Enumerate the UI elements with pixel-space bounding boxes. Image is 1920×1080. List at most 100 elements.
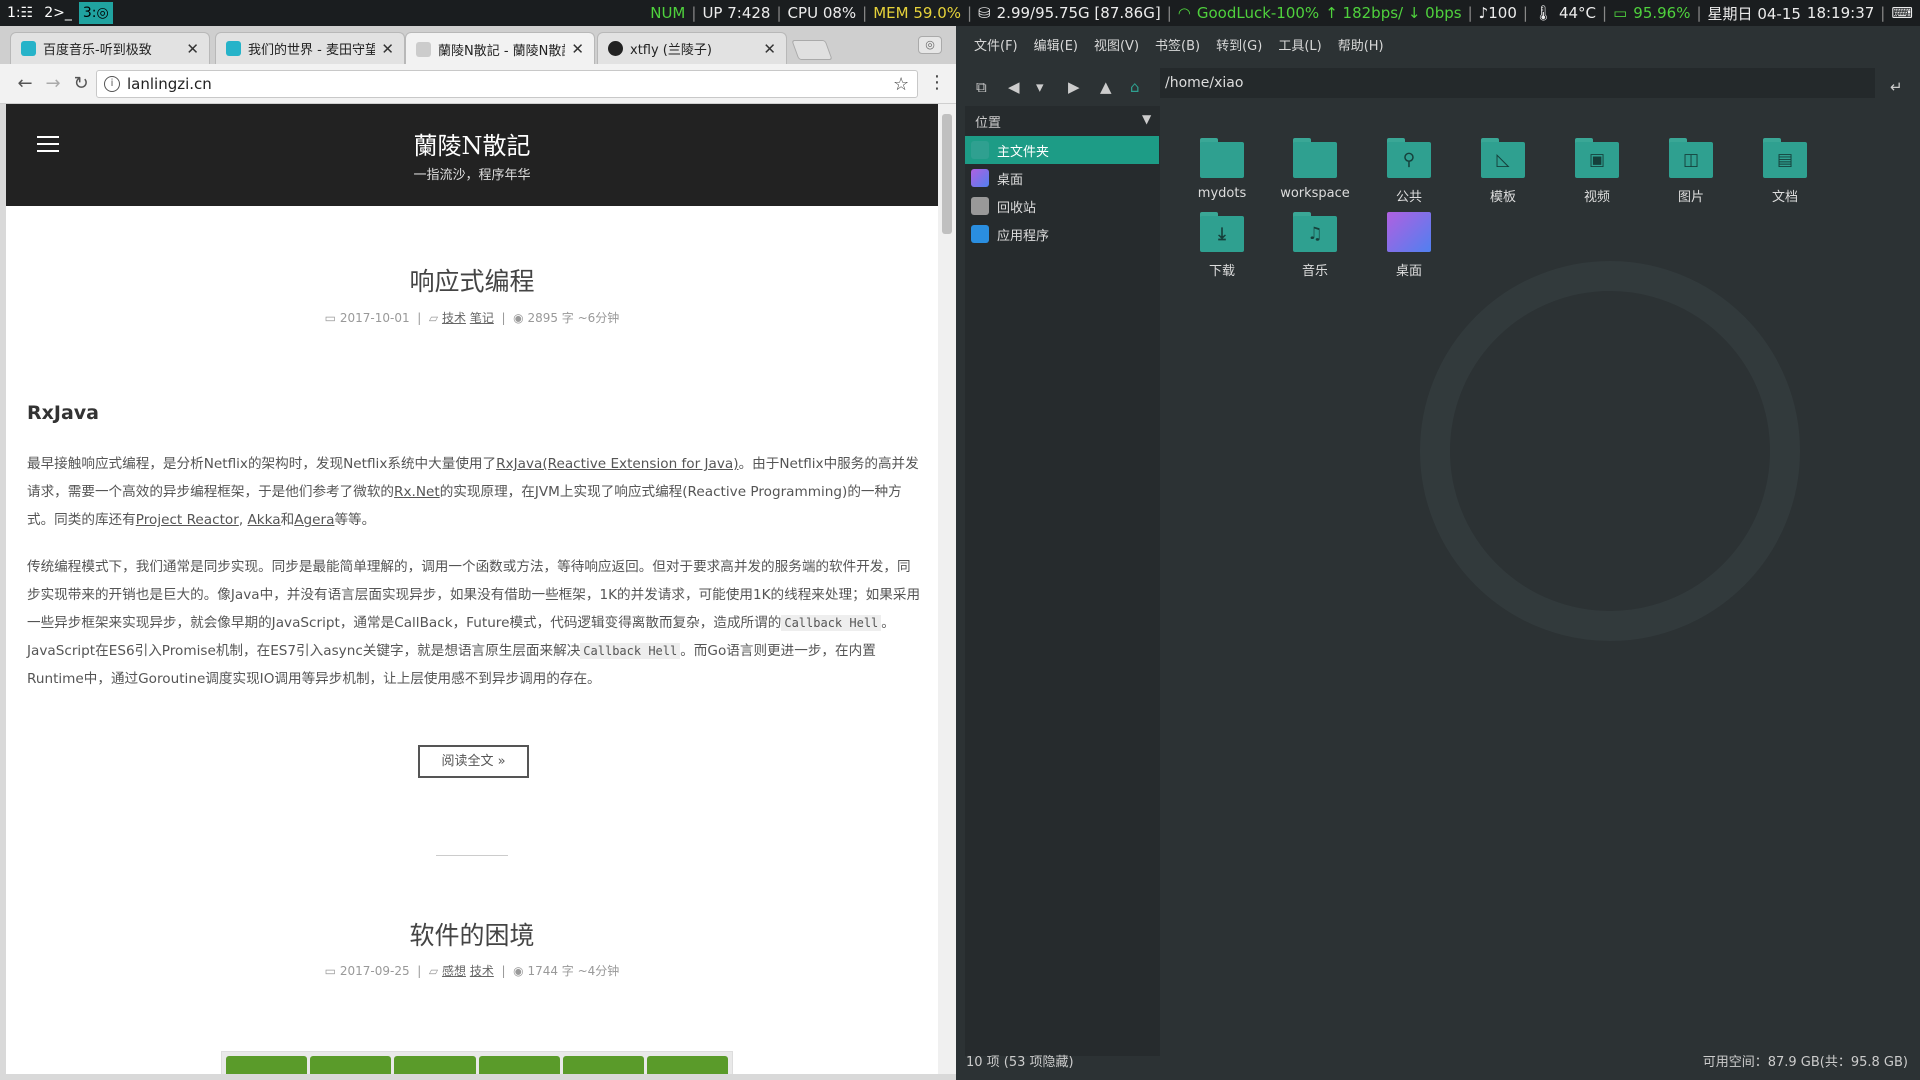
tab-music-world[interactable]: 我们的世界 - 麦田守望 ✕ [215, 32, 405, 64]
menu-edit[interactable]: 编辑(E) [1034, 35, 1078, 54]
tab-lanling-blog[interactable]: 蘭陵N散記 - 蘭陵N散記 ✕ [405, 32, 595, 65]
post-stats: 2895 字 ~6分钟 [527, 311, 620, 325]
menu-bookmarks[interactable]: 书签(B) [1155, 35, 1200, 54]
bookmark-star-icon[interactable]: ☆ [893, 74, 909, 95]
tab-baidu-music[interactable]: 百度音乐-听到极致 ✕ [10, 32, 210, 64]
page-scrollbar[interactable] [938, 104, 956, 1074]
home-icon[interactable]: ⌂ [1130, 78, 1140, 96]
folder-label: workspace [1280, 186, 1350, 201]
close-icon[interactable]: ✕ [186, 40, 199, 58]
new-tab-button[interactable] [791, 40, 833, 60]
folder-icon [1200, 138, 1244, 178]
menu-view[interactable]: 视图(V) [1094, 35, 1139, 54]
post-tag[interactable]: 感想 [442, 964, 466, 978]
up-icon[interactable]: ▲ [1100, 78, 1112, 96]
tab-title: xtfly (兰陵子) [630, 43, 712, 58]
post-date: 2017-09-25 [339, 964, 410, 978]
downloads-folder-icon: ⤓ [1200, 212, 1244, 252]
post-tag[interactable]: 笔记 [470, 311, 494, 325]
rxnet-link[interactable]: Rx.Net [394, 484, 440, 500]
folder-icon: ▱ [428, 964, 439, 978]
system-status: NUM | UP 7:428 | CPU 08% | MEM 59.0% | ⛁ 2.99… [647, 0, 1916, 26]
sidebar-item-label: 主文件夹 [997, 144, 1050, 160]
close-icon[interactable]: ✕ [381, 40, 394, 58]
folder-item[interactable]: ◫ 图片 [1646, 138, 1736, 205]
menu-go[interactable]: 转到(G) [1216, 35, 1262, 54]
places-sidebar: 位置 ▼ 主文件夹 桌面 回收站 应用程序 [965, 106, 1160, 1056]
profile-icon[interactable]: ◎ [918, 36, 942, 54]
folder-item[interactable]: ⚲ 公共 [1364, 138, 1454, 205]
volume-text[interactable]: ♪100 [1476, 4, 1520, 22]
folder-item[interactable]: workspace [1270, 138, 1360, 201]
forward-icon[interactable]: ▶ [1068, 78, 1080, 96]
back-icon[interactable]: ◀ [1008, 78, 1020, 96]
browser-menu-icon[interactable]: ⋮ [928, 72, 946, 93]
headphones-icon [21, 41, 36, 56]
post-title[interactable]: 响应式编程 [6, 262, 938, 298]
post-tag[interactable]: 技术 [442, 311, 466, 325]
post-stats: 1744 字 ~4分钟 [527, 964, 620, 978]
workspace-3[interactable]: 3:◎ [78, 2, 113, 24]
sidebar-item-home[interactable]: 主文件夹 [965, 136, 1159, 164]
menu-file[interactable]: 文件(F) [974, 35, 1018, 54]
close-icon[interactable]: ✕ [763, 40, 776, 58]
date-text: 星期日 04-15 [1707, 4, 1801, 23]
public-folder-icon: ⚲ [1387, 138, 1431, 178]
chevron-down-icon[interactable]: ▼ [1142, 112, 1151, 126]
new-tab-icon[interactable]: ⧉ [976, 78, 987, 96]
akka-link[interactable]: Akka [247, 512, 280, 528]
close-icon[interactable]: ✕ [571, 40, 584, 58]
path-bar[interactable]: /home/xiao [1160, 68, 1875, 98]
item-count: 10 项 (53 项隐藏) [966, 1055, 1074, 1070]
site-title[interactable]: 蘭陵N散記 [6, 126, 938, 161]
folder-label: 公共 [1395, 190, 1422, 205]
cpu-text: CPU 08% [787, 4, 857, 22]
workspace-2[interactable]: 2 >_ [40, 2, 76, 24]
folder-item[interactable]: ▤ 文档 [1740, 138, 1830, 205]
folder-item[interactable]: ◺ 模板 [1458, 138, 1548, 205]
post-title[interactable]: 软件的困境 [6, 916, 938, 952]
file-manager-window: 文件(F) 编辑(E) 视图(V) 书签(B) 转到(G) 工具(L) 帮助(H… [960, 26, 1920, 1080]
wifi-text: GoodLuck-100% [1196, 4, 1320, 22]
folder-item[interactable]: mydots [1177, 138, 1267, 201]
videos-folder-icon: ▣ [1575, 138, 1619, 178]
paragraph-text: 最早接触响应式编程，是分析Netflix的架构时，发现Netflix系统中大量使… [27, 456, 497, 472]
sidebar-item-desktop[interactable]: 桌面 [965, 164, 1159, 192]
sidebar-header[interactable]: 位置 [975, 112, 1001, 131]
tab-github-xtfly[interactable]: xtfly (兰陵子) ✕ [597, 32, 787, 64]
info-icon[interactable]: i [104, 76, 120, 92]
folder-item[interactable]: ⤓ 下载 [1177, 212, 1267, 279]
page-icon [416, 41, 431, 57]
net-text: ↑ 182bps/ ↓ 0bps [1325, 4, 1462, 22]
folder-item[interactable]: ♫ 音乐 [1270, 212, 1360, 279]
sidebar-item-label: 桌面 [997, 172, 1024, 188]
mem-text: MEM 59.0% [873, 4, 961, 22]
back-button[interactable]: ← [12, 72, 38, 96]
menu-tools[interactable]: 工具(L) [1278, 35, 1321, 54]
sidebar-item-applications[interactable]: 应用程序 [965, 220, 1159, 248]
forward-button[interactable]: → [40, 72, 66, 96]
menu-help[interactable]: 帮助(H) [1338, 35, 1384, 54]
project-reactor-link[interactable]: Project Reactor [136, 512, 239, 528]
pictures-folder-icon: ◫ [1669, 138, 1713, 178]
workspace-1[interactable]: 1:☷ [3, 2, 37, 24]
post-tag[interactable]: 技术 [470, 964, 494, 978]
menu-bar: 文件(F) 编辑(E) 视图(V) 书签(B) 转到(G) 工具(L) 帮助(H… [960, 26, 1920, 62]
folder-label: 视频 [1583, 190, 1610, 205]
reload-button[interactable]: ↻ [68, 72, 94, 96]
folder-item[interactable]: 桌面 [1364, 212, 1454, 279]
read-more-button[interactable]: 阅读全文 » [418, 745, 529, 778]
post-thumbnail[interactable] [221, 1051, 733, 1074]
sidebar-item-trash[interactable]: 回收站 [965, 192, 1159, 220]
workspace-label: 3 [82, 5, 92, 21]
rxjava-link[interactable]: RxJava(Reactive Extension for Java) [496, 456, 738, 472]
address-bar[interactable]: lanlingzi.cn [96, 70, 918, 98]
scrollbar-thumb[interactable] [942, 114, 952, 234]
folder-item[interactable]: ▣ 视频 [1552, 138, 1642, 205]
keyboard-icon[interactable]: ⌨ [1888, 4, 1916, 22]
history-dropdown-icon[interactable]: ▾ [1036, 78, 1044, 96]
num-lock-indicator: NUM [650, 4, 686, 22]
go-icon[interactable]: ↵ [1890, 78, 1903, 96]
agera-link[interactable]: Agera [294, 512, 334, 528]
inline-code: Callback Hell [580, 643, 681, 659]
